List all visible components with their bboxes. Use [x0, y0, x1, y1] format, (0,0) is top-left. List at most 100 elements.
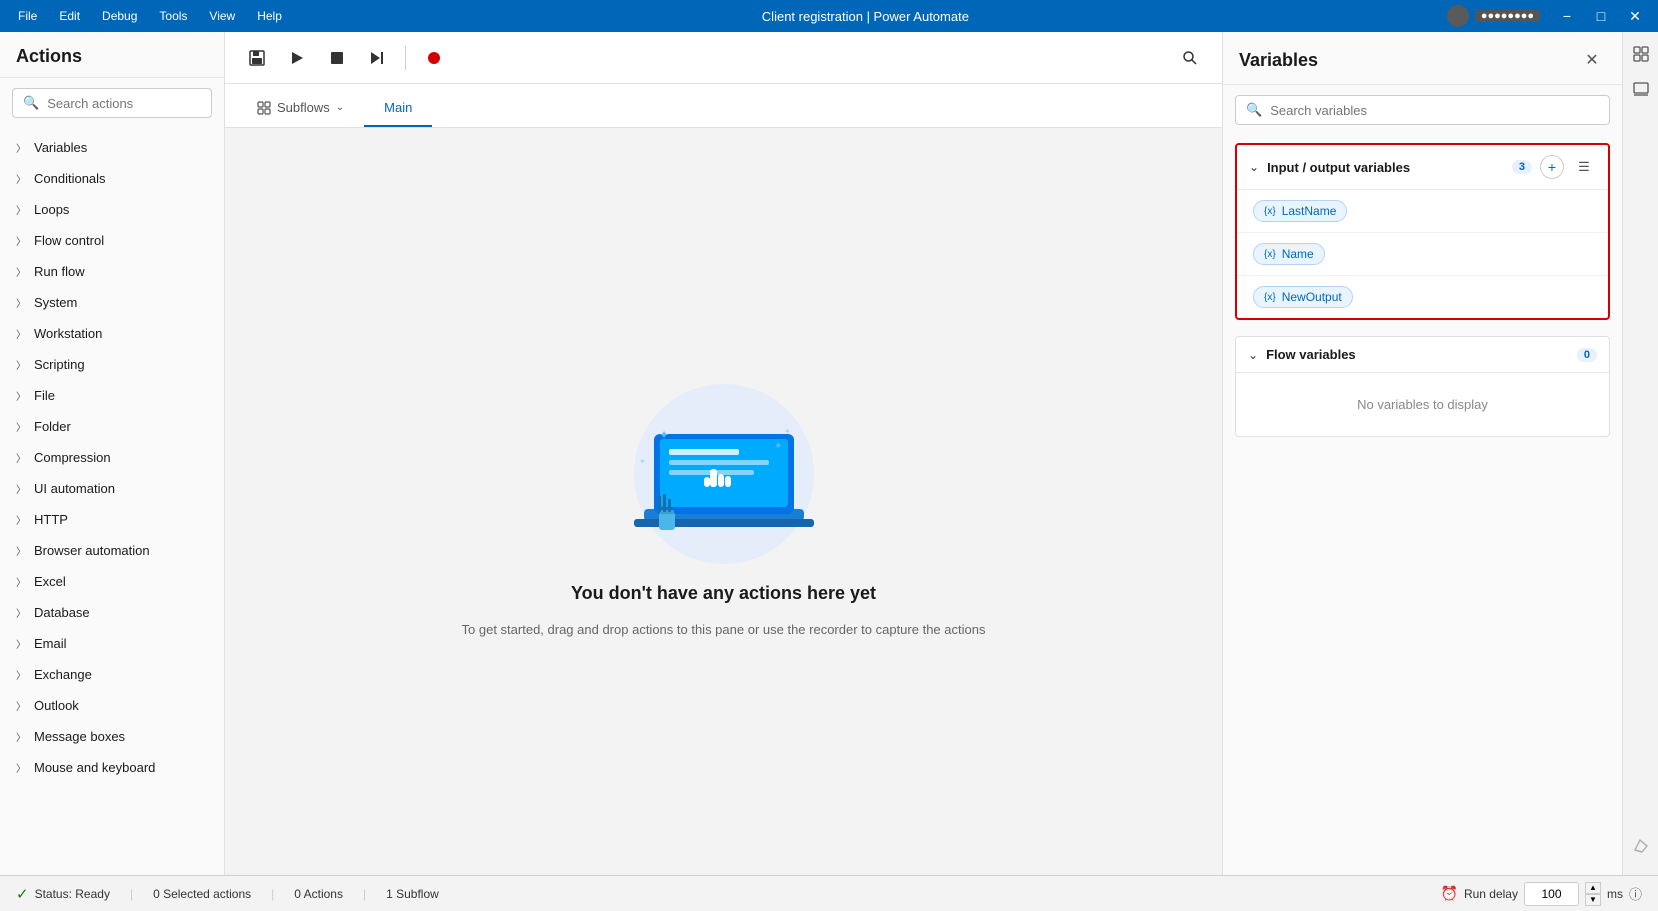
selected-actions-count: 0 Selected actions	[153, 887, 251, 901]
action-group-email[interactable]: 〉 Email	[0, 628, 224, 659]
action-group-outlook[interactable]: 〉 Outlook	[0, 690, 224, 721]
action-group-variables[interactable]: 〉 Variables	[0, 132, 224, 163]
chevron-down-icon: ⌄	[336, 102, 344, 113]
variables-search-box[interactable]: 🔍	[1235, 95, 1610, 125]
action-group-folder[interactable]: 〉 Folder	[0, 411, 224, 442]
add-variable-button[interactable]: +	[1540, 155, 1564, 179]
close-button[interactable]: ✕	[1620, 1, 1650, 31]
far-right-panel	[1622, 32, 1658, 875]
action-group-loops[interactable]: 〉 Loops	[0, 194, 224, 225]
menu-view[interactable]: View	[199, 5, 245, 27]
variable-name: LastName	[1282, 204, 1337, 218]
no-flow-variables-text: No variables to display	[1236, 373, 1609, 436]
filter-variables-button[interactable]: ☰	[1572, 155, 1596, 179]
variables-header: Variables ✕	[1223, 32, 1622, 85]
stop-button[interactable]	[321, 42, 353, 74]
variables-icon-button[interactable]	[1627, 40, 1655, 68]
status-check-icon: ✓	[16, 885, 29, 903]
run-button[interactable]	[281, 42, 313, 74]
tab-main[interactable]: Main	[364, 90, 432, 127]
action-group-label: UI automation	[34, 481, 115, 496]
minimize-button[interactable]: −	[1552, 1, 1582, 31]
menu-edit[interactable]: Edit	[49, 5, 90, 27]
variable-chip[interactable]: {x} LastName	[1253, 200, 1347, 222]
app-body: Actions 🔍 〉 Variables 〉 Conditionals 〉 L…	[0, 32, 1658, 875]
status-divider: |	[271, 887, 274, 901]
action-group-run-flow[interactable]: 〉 Run flow	[0, 256, 224, 287]
action-group-system[interactable]: 〉 System	[0, 287, 224, 318]
action-group-conditionals[interactable]: 〉 Conditionals	[0, 163, 224, 194]
menu-bar[interactable]: File Edit Debug Tools View Help	[8, 5, 292, 27]
action-group-file[interactable]: 〉 File	[0, 380, 224, 411]
action-group-label: Folder	[34, 419, 71, 434]
input-output-section-title: Input / output variables	[1267, 160, 1504, 175]
chevron-right-icon: 〉	[16, 574, 26, 589]
action-group-label: Workstation	[34, 326, 102, 341]
action-group-label: Database	[34, 605, 90, 620]
chevron-down-icon: ⌄	[1248, 348, 1258, 362]
chevron-right-icon: 〉	[16, 605, 26, 620]
actions-header: Actions	[0, 32, 224, 78]
chevron-right-icon: 〉	[16, 419, 26, 434]
empty-title: You don't have any actions here yet	[571, 583, 876, 604]
run-delay-increment[interactable]: ▲	[1585, 882, 1601, 894]
menu-file[interactable]: File	[8, 5, 47, 27]
chevron-right-icon: 〉	[16, 357, 26, 372]
variables-close-button[interactable]: ✕	[1578, 46, 1606, 74]
run-delay-spinner[interactable]: ▲ ▼	[1585, 882, 1601, 906]
tabs-bar: Subflows ⌄ Main	[225, 84, 1222, 128]
actions-search-box[interactable]: 🔍	[12, 88, 212, 118]
chevron-right-icon: 〉	[16, 698, 26, 713]
actions-list: 〉 Variables 〉 Conditionals 〉 Loops 〉 Flo…	[0, 128, 224, 875]
variable-icon: {x}	[1264, 249, 1276, 260]
search-flow-button[interactable]	[1174, 42, 1206, 74]
action-group-http[interactable]: 〉 HTTP	[0, 504, 224, 535]
run-delay-input[interactable]	[1524, 882, 1579, 906]
run-delay-area: ⏰ Run delay ▲ ▼ ms ⓘ	[1441, 882, 1643, 906]
action-group-label: Scripting	[34, 357, 85, 372]
chevron-right-icon: 〉	[16, 760, 26, 775]
menu-debug[interactable]: Debug	[92, 5, 147, 27]
account-area[interactable]: ●●●●●●●●	[1439, 3, 1548, 29]
maximize-button[interactable]: □	[1586, 1, 1616, 31]
action-group-label: Run flow	[34, 264, 85, 279]
menu-help[interactable]: Help	[247, 5, 292, 27]
action-group-excel[interactable]: 〉 Excel	[0, 566, 224, 597]
variable-chip[interactable]: {x} Name	[1253, 243, 1325, 265]
tab-main-label: Main	[384, 100, 412, 115]
svg-text:✦: ✦	[784, 427, 791, 436]
action-group-flow-control[interactable]: 〉 Flow control	[0, 225, 224, 256]
action-group-mouse-keyboard[interactable]: 〉 Mouse and keyboard	[0, 752, 224, 783]
action-group-label: Compression	[34, 450, 111, 465]
variable-chip[interactable]: {x} NewOutput	[1253, 286, 1353, 308]
eraser-icon-button[interactable]	[1627, 831, 1655, 859]
action-group-label: System	[34, 295, 77, 310]
tab-subflows[interactable]: Subflows ⌄	[237, 90, 364, 127]
flow-section-header[interactable]: ⌄ Flow variables 0	[1236, 337, 1609, 373]
assets-icon-button[interactable]	[1627, 76, 1655, 104]
action-group-message-boxes[interactable]: 〉 Message boxes	[0, 721, 224, 752]
save-button[interactable]	[241, 42, 273, 74]
main-panel: Subflows ⌄ Main	[225, 32, 1222, 875]
actions-search-input[interactable]	[47, 96, 201, 111]
status-divider: |	[130, 887, 133, 901]
action-group-exchange[interactable]: 〉 Exchange	[0, 659, 224, 690]
next-step-button[interactable]	[361, 42, 393, 74]
run-delay-decrement[interactable]: ▼	[1585, 894, 1601, 906]
variables-search-input[interactable]	[1270, 103, 1599, 118]
action-group-scripting[interactable]: 〉 Scripting	[0, 349, 224, 380]
action-group-browser-automation[interactable]: 〉 Browser automation	[0, 535, 224, 566]
action-group-ui-automation[interactable]: 〉 UI automation	[0, 473, 224, 504]
action-group-compression[interactable]: 〉 Compression	[0, 442, 224, 473]
action-group-database[interactable]: 〉 Database	[0, 597, 224, 628]
window-controls: ●●●●●●●● − □ ✕	[1439, 1, 1650, 31]
window-title: Client registration | Power Automate	[292, 9, 1439, 24]
flow-count-badge: 0	[1577, 348, 1597, 362]
chevron-right-icon: 〉	[16, 667, 26, 682]
action-group-workstation[interactable]: 〉 Workstation	[0, 318, 224, 349]
chevron-right-icon: 〉	[16, 481, 26, 496]
record-button[interactable]	[418, 42, 450, 74]
input-output-section-header[interactable]: ⌄ Input / output variables 3 + ☰	[1237, 145, 1608, 190]
chevron-down-icon: ⌄	[1249, 160, 1259, 174]
menu-tools[interactable]: Tools	[149, 5, 197, 27]
